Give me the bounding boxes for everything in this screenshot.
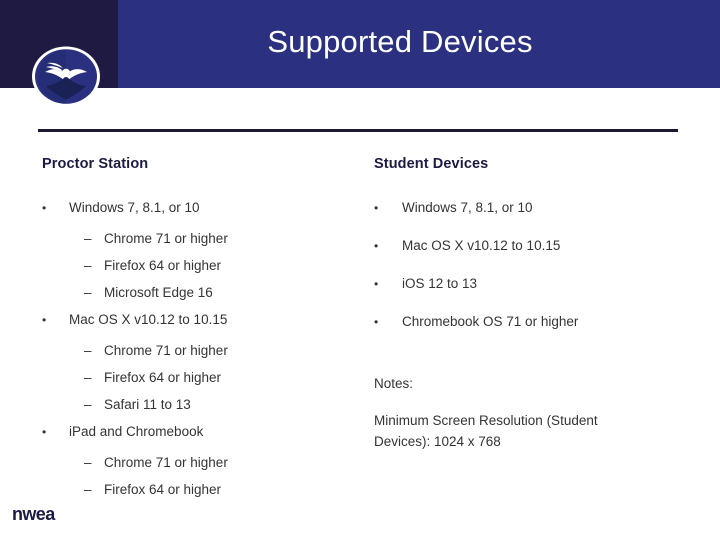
proctor-station-column: Proctor Station • Windows 7, 8.1, or 10 …	[42, 155, 362, 508]
dash-icon: –	[84, 397, 92, 412]
bullet-icon: •	[374, 315, 379, 329]
title-bar: Supported Devices	[0, 0, 720, 88]
list-item: • Mac OS X v10.12 to 10.15	[374, 237, 704, 255]
list-item-label: iPad and Chromebook	[69, 424, 204, 439]
list-item: • Windows 7, 8.1, or 10	[42, 199, 362, 217]
list-item-label: Windows 7, 8.1, or 10	[402, 200, 533, 215]
dash-icon: –	[84, 482, 92, 497]
bullet-icon: •	[42, 313, 47, 327]
notes-label: Notes:	[374, 376, 414, 391]
nwea-emblem-logo-icon	[30, 45, 102, 108]
column-heading-student-devices: Student Devices	[374, 156, 489, 172]
list-item-label: Windows 7, 8.1, or 10	[69, 200, 200, 215]
dash-icon: –	[84, 370, 92, 385]
list-item-label: Chrome 71 or higher	[104, 231, 228, 246]
dash-icon: –	[84, 231, 92, 246]
nwea-wordmark: nwea	[12, 504, 55, 524]
list-item-label: Chromebook OS 71 or higher	[402, 314, 579, 329]
list-item-label: iOS 12 to 13	[402, 276, 478, 291]
notes-text: Minimum Screen Resolution (Student Devic…	[374, 413, 598, 449]
list-item-label: Mac OS X v10.12 to 10.15	[69, 312, 228, 327]
list-item: – Firefox 64 or higher	[42, 369, 362, 387]
student-devices-column: Student Devices • Windows 7, 8.1, or 10 …	[374, 155, 704, 452]
bullet-icon: •	[374, 201, 379, 215]
bullet-icon: •	[42, 425, 47, 439]
dash-icon: –	[84, 285, 92, 300]
list-item: – Firefox 64 or higher	[42, 481, 362, 499]
list-item: – Safari 11 to 13	[42, 396, 362, 414]
list-item: • Mac OS X v10.12 to 10.15	[42, 311, 362, 329]
list-item: – Chrome 71 or higher	[42, 342, 362, 360]
dash-icon: –	[84, 455, 92, 470]
list-item-label: Chrome 71 or higher	[104, 455, 228, 470]
list-item: – Chrome 71 or higher	[42, 230, 362, 248]
column-heading-proctor-station: Proctor Station	[42, 156, 149, 172]
dash-icon: –	[84, 343, 92, 358]
bullet-icon: •	[374, 277, 379, 291]
list-item-label: Mac OS X v10.12 to 10.15	[402, 238, 561, 253]
list-item: – Microsoft Edge 16	[42, 284, 362, 302]
bullet-icon: •	[42, 201, 47, 215]
list-item: – Firefox 64 or higher	[42, 257, 362, 275]
list-item: • iPad and Chromebook	[42, 423, 362, 441]
list-item-label: Chrome 71 or higher	[104, 343, 228, 358]
list-item-label: Microsoft Edge 16	[104, 285, 213, 300]
list-item-label: Firefox 64 or higher	[104, 482, 222, 497]
list-item-label: Firefox 64 or higher	[104, 370, 222, 385]
list-item-label: Firefox 64 or higher	[104, 258, 222, 273]
list-item-label: Safari 11 to 13	[104, 397, 191, 412]
list-item: – Chrome 71 or higher	[42, 454, 362, 472]
list-item: • iOS 12 to 13	[374, 275, 704, 293]
header-divider	[38, 129, 678, 132]
list-item: • Chromebook OS 71 or higher	[374, 313, 704, 331]
dash-icon: –	[84, 258, 92, 273]
list-item: • Windows 7, 8.1, or 10	[374, 199, 704, 217]
notes-section: Notes: Minimum Screen Resolution (Studen…	[374, 375, 704, 452]
bullet-icon: •	[374, 239, 379, 253]
page-title: Supported Devices	[267, 24, 533, 59]
